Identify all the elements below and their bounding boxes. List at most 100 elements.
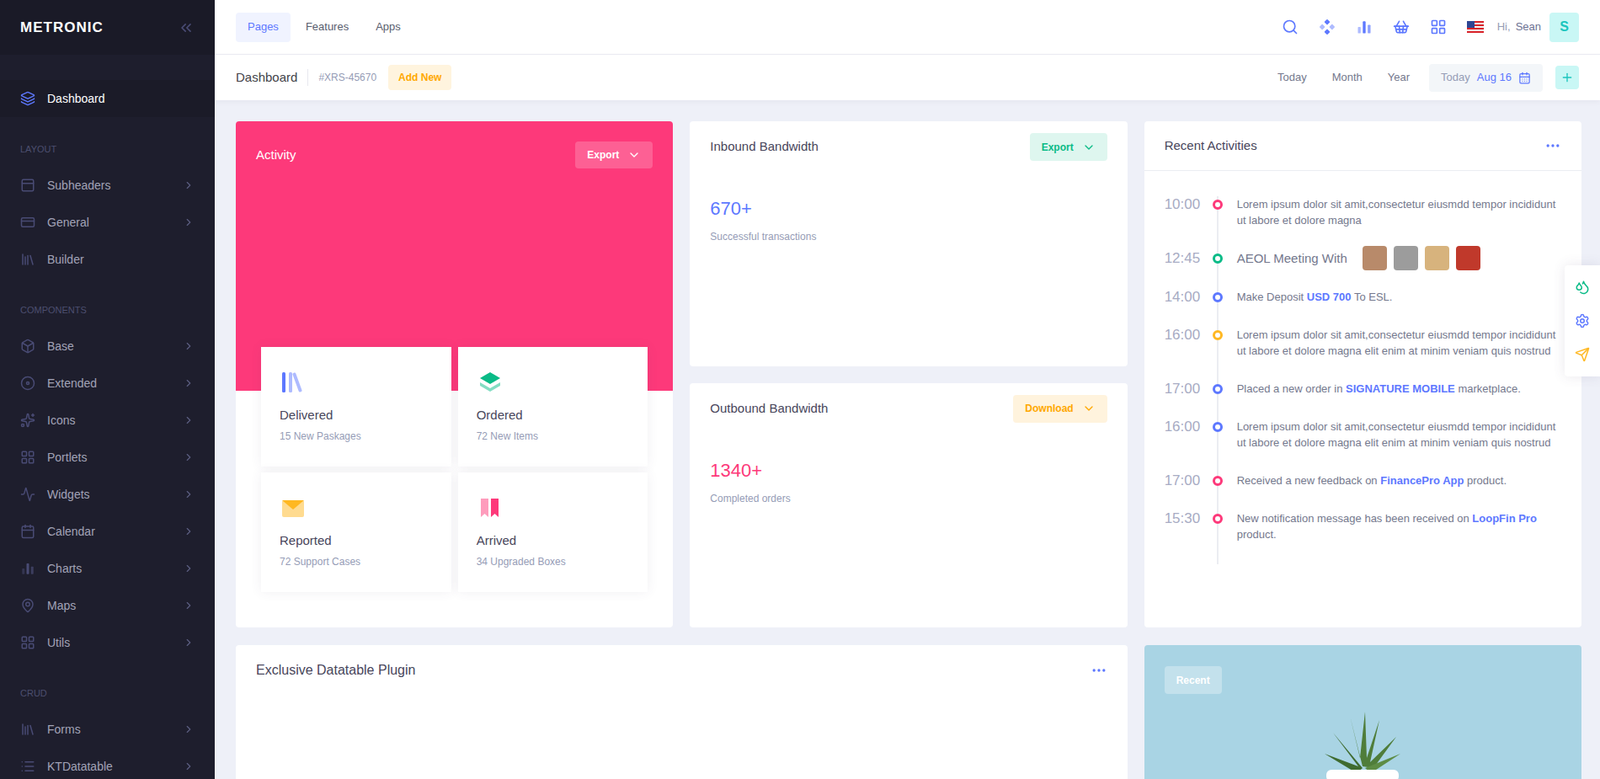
date-picker[interactable]: TodayAug 16 <box>1429 64 1543 92</box>
sidebar-item[interactable]: Dashboard <box>0 80 215 118</box>
grid-icon <box>1429 18 1447 36</box>
main: PagesFeaturesApps Hi,SeanS Dashboard #XRS-4… <box>214 0 1600 779</box>
member-avatar[interactable] <box>1393 245 1419 271</box>
toolbar-button[interactable] <box>1564 337 1600 372</box>
timeline-time: 14:00 <box>1164 288 1209 327</box>
card-title: Outbound Bandwidth <box>709 399 828 419</box>
range-button[interactable]: Month <box>1319 64 1376 92</box>
chevron-icon <box>182 451 195 464</box>
card-title: Recent Activities <box>1164 136 1258 156</box>
promo-card: Recent <box>1144 645 1582 779</box>
card-action-button[interactable]: Download <box>1013 394 1107 423</box>
card-title: Activity <box>256 145 297 166</box>
sidebar-section: CRUD <box>0 661 215 711</box>
sidebar-item[interactable]: Maps <box>0 586 215 624</box>
top-header: PagesFeaturesApps Hi,SeanS <box>214 0 1600 55</box>
chevron-icon <box>182 525 195 538</box>
member-avatar[interactable] <box>1456 245 1481 271</box>
timeline-marker <box>1208 510 1227 565</box>
toolbar-button[interactable] <box>1345 8 1383 46</box>
timeline-time: 16:00 <box>1164 418 1209 473</box>
card-title: Exclusive Datatable Plugin <box>256 660 416 681</box>
sidebar-item[interactable]: Icons <box>0 401 215 439</box>
bandwidth-card: Inbound BandwidthExport670+Successful tr… <box>689 121 1127 367</box>
sidebar-item[interactable]: Charts <box>0 549 215 587</box>
drops-icon <box>1574 279 1590 295</box>
diamonds-icon <box>1318 18 1336 36</box>
card-action-button[interactable]: Export <box>1029 133 1108 161</box>
sidebar-section: COMPONENTS <box>0 277 215 328</box>
chevron-icon <box>182 377 195 390</box>
stat-tile[interactable]: Ordered72 New Items <box>458 346 649 467</box>
sidebar-item[interactable]: Extended <box>0 364 215 402</box>
member-avatar[interactable] <box>1362 245 1387 271</box>
chevron-down-icon <box>1082 401 1096 416</box>
chevron-icon <box>182 414 195 427</box>
chevron-down-icon <box>1082 140 1096 155</box>
basket-icon <box>1392 18 1410 36</box>
chevron-icon <box>182 760 195 773</box>
quick-add-button[interactable] <box>1555 65 1579 90</box>
library-icon <box>279 368 307 396</box>
language-button[interactable] <box>1456 8 1494 46</box>
stat-tile[interactable]: Reported72 Support Cases <box>261 472 452 592</box>
box-icon <box>20 338 36 354</box>
member-avatar[interactable] <box>1424 245 1450 271</box>
toolbar-button[interactable] <box>1564 304 1600 338</box>
more-icon[interactable] <box>1090 661 1108 679</box>
sidebar-item[interactable]: Subheaders <box>0 166 215 204</box>
list-icon <box>20 758 36 774</box>
sidebar-item[interactable]: KTDatatable <box>0 747 215 779</box>
timeline-marker <box>1208 380 1227 419</box>
stat-tile[interactable]: Arrived34 Upgraded Boxes <box>458 472 649 592</box>
record-code: #XRS-45670 <box>318 69 377 86</box>
sidebar-item[interactable]: Portlets <box>0 438 215 476</box>
sidebar-item[interactable]: Utils <box>0 624 215 662</box>
page-title: Dashboard <box>235 68 298 88</box>
range-button[interactable]: Today <box>1264 64 1320 92</box>
range-button[interactable]: Year <box>1375 64 1423 92</box>
layers-icon <box>476 368 504 396</box>
timeline-dot <box>1212 513 1223 524</box>
more-icon[interactable] <box>1544 137 1562 155</box>
sidebar-item[interactable]: Builder <box>0 240 215 278</box>
brand-logo[interactable]: METRONIC <box>20 16 104 39</box>
sidebar-item[interactable]: General <box>0 203 215 241</box>
toolbar-button[interactable] <box>1564 270 1600 304</box>
timeline-marker <box>1208 472 1227 511</box>
timeline-item: 15:30New notification message has been r… <box>1164 510 1562 565</box>
toolbar-button[interactable] <box>1308 8 1346 46</box>
recent-badge[interactable]: Recent <box>1164 666 1222 694</box>
timeline-dot <box>1212 199 1223 210</box>
toolbar-button[interactable] <box>1271 8 1309 46</box>
toolbar-button[interactable] <box>1382 8 1420 46</box>
timeline-dot <box>1212 330 1223 341</box>
chevron-icon <box>182 562 195 575</box>
recent-activities-card: Recent Activities10:00Lorem ipsum dolor … <box>1144 121 1582 628</box>
header-tab[interactable]: Features <box>293 12 361 43</box>
stat-value: 1340+ <box>709 458 1107 483</box>
bandwidth-card: Outbound BandwidthDownload1340+Completed… <box>689 383 1127 629</box>
timeline-item: 17:00Placed a new order in SIGNATURE MOB… <box>1164 380 1562 419</box>
sidebar-item[interactable]: Widgets <box>0 475 215 513</box>
sidebar-item[interactable]: Calendar <box>0 512 215 550</box>
stat-tile[interactable]: Delivered15 New Paskages <box>261 346 452 467</box>
stat-value: 670+ <box>709 197 1107 221</box>
user-menu[interactable]: Hi,SeanS <box>1497 12 1579 43</box>
sidebar-item[interactable]: Forms <box>0 710 215 748</box>
timeline-item: 12:45AEOL Meeting With <box>1164 250 1562 289</box>
timeline-text: Lorem ipsum dolor sit amit,consectetur e… <box>1237 418 1562 473</box>
grid-icon <box>20 449 36 465</box>
timeline-time: 12:45 <box>1164 250 1209 289</box>
datatable-card: Exclusive Datatable Plugin <box>235 645 1128 779</box>
collapse-icon[interactable] <box>177 19 195 37</box>
add-new-button[interactable]: Add New <box>388 64 452 91</box>
chevron-icon <box>182 599 195 612</box>
header-toolbar: Hi,SeanS <box>1271 8 1579 46</box>
sidebar-item[interactable]: Base <box>0 327 215 365</box>
map-pin-icon <box>20 597 36 614</box>
toolbar-button[interactable] <box>1419 8 1457 46</box>
header-tab[interactable]: Pages <box>235 12 291 43</box>
export-button[interactable]: Export <box>575 141 653 169</box>
header-tab[interactable]: Apps <box>363 12 413 43</box>
